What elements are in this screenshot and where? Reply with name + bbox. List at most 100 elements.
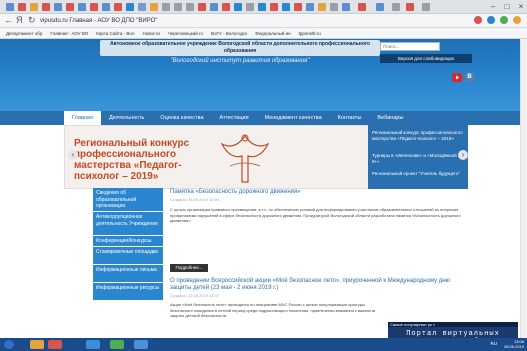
tab-icon[interactable] — [258, 3, 266, 11]
article-title[interactable]: Памятка «Безопасность дорожного движения… — [170, 189, 470, 196]
extension-icon[interactable] — [487, 16, 495, 24]
tab-icon[interactable] — [210, 3, 218, 11]
tab-icon[interactable] — [376, 3, 384, 11]
psyche-emblem-graphic — [220, 134, 270, 183]
nav-item-contacts[interactable]: Контакты — [330, 111, 370, 125]
extension-icon[interactable] — [500, 16, 508, 24]
taskbar-app-icon[interactable] — [86, 340, 100, 349]
banner-side-item[interactable]: Региональный конкурс профессионального м… — [372, 130, 464, 141]
tab-icon[interactable] — [102, 3, 110, 11]
tab-icon[interactable] — [222, 3, 230, 11]
tab-icon[interactable] — [114, 3, 122, 11]
bookmark-item[interactable]: Федеральный ин — [255, 31, 290, 36]
org-name: Автономное образовательное учреждение Во… — [100, 40, 380, 56]
nav-item-quality[interactable]: Оценка качества — [152, 111, 211, 125]
tab-icon[interactable] — [126, 3, 134, 11]
start-icon[interactable] — [4, 340, 14, 349]
extension-icons — [474, 16, 521, 24]
bookmarks-bar: Департамент обр Главная - АОУ ВО Карта С… — [0, 28, 527, 39]
tab-icon[interactable] — [42, 3, 50, 11]
tab-icon[interactable] — [246, 3, 254, 11]
bookmark-item[interactable]: tppsnetlr.ru — [299, 31, 321, 36]
close-icon[interactable]: × — [517, 2, 525, 11]
tab-icon[interactable] — [90, 3, 98, 11]
sidebar-item[interactable]: Информационные письма — [93, 265, 163, 283]
slider-next-icon[interactable]: › — [458, 150, 468, 160]
clock-date: 28.05.2019 — [503, 344, 524, 349]
nav-item-management[interactable]: Менеджмент качества — [257, 111, 330, 125]
sidebar-item[interactable]: Сведения об образовательной организации — [93, 188, 163, 212]
bookmark-item[interactable]: ВоГУ - Вологодск — [211, 31, 247, 36]
tab-icon[interactable] — [330, 3, 338, 11]
sidebar-item[interactable]: Стажировочные площадки — [93, 247, 163, 265]
tab-icon[interactable] — [174, 3, 182, 11]
system-tray[interactable]: RU — [491, 341, 498, 346]
article-title[interactable]: О проведении Всероссийской акции «Моё бе… — [170, 278, 470, 292]
bookmark-item[interactable]: Череповецкий го — [168, 31, 203, 36]
banner-side-list: Региональный конкурс профессионального м… — [368, 125, 468, 189]
tab-icon[interactable] — [30, 3, 38, 11]
tab-icon[interactable] — [78, 3, 86, 11]
taskbar-app-icon[interactable] — [30, 340, 44, 349]
tab-icon[interactable] — [6, 3, 14, 11]
tab-icon[interactable] — [318, 3, 326, 11]
back-icon[interactable]: ← — [4, 15, 13, 25]
sidebar: Сведения об образовательной организации … — [93, 188, 163, 338]
tab-icon[interactable] — [234, 3, 242, 11]
tab-icon[interactable] — [18, 3, 26, 11]
extension-icon[interactable] — [474, 16, 482, 24]
tab-icon[interactable] — [54, 3, 62, 11]
search-input[interactable] — [380, 42, 440, 51]
youtube-icon[interactable] — [452, 73, 462, 82]
taskbar-clock[interactable]: 13:06 28.05.2019 — [504, 339, 524, 349]
tab-icon[interactable] — [138, 3, 146, 11]
nav-item-activity[interactable]: Деятельность — [101, 111, 152, 125]
forward-icon[interactable]: Я — [16, 15, 23, 25]
tab-icon[interactable] — [270, 3, 278, 11]
taskbar-app-icon[interactable] — [110, 340, 124, 349]
article-date: Создано: 28.05.2019 15:00 — [170, 197, 220, 202]
banner-side-item[interactable]: Региональный проект "Учитель будущего" — [372, 171, 464, 177]
url-field[interactable]: vipusdu.ru Главная - АОУ ВО ДПО "ВИРО" — [40, 16, 420, 26]
sidebar-item[interactable]: Информационные ресурсы — [93, 283, 163, 301]
minimize-icon[interactable]: – — [489, 2, 497, 11]
tab-icon[interactable] — [306, 3, 314, 11]
reload-icon[interactable]: ↻ — [28, 15, 36, 26]
page-scrollbar[interactable] — [520, 39, 527, 338]
nav-item-home[interactable]: Главная — [64, 111, 101, 125]
read-more-button[interactable]: Подробнее... — [170, 264, 208, 272]
tab-icon[interactable] — [392, 3, 400, 11]
bookmark-item[interactable]: Департамент обр — [6, 31, 42, 36]
article-body: Акция «Моё безопасное лето» проводится п… — [170, 302, 376, 318]
address-bar: ← Я ↻ vipusdu.ru Главная - АОУ ВО ДПО "В… — [0, 14, 527, 28]
sidebar-item[interactable]: Конференции/Конкурсы — [93, 236, 163, 247]
bookmark-item[interactable]: Главная - АОУ ВО — [50, 31, 88, 36]
banner-title: Региональный конкурс профессионального м… — [74, 138, 190, 182]
taskbar-app-icon[interactable] — [134, 340, 148, 349]
tab-icon[interactable] — [198, 3, 206, 11]
bookmark-item[interactable]: Новости — [142, 31, 159, 36]
tab-icon[interactable] — [150, 3, 158, 11]
maximize-icon[interactable]: □ — [503, 2, 511, 11]
new-tab-icon[interactable] — [422, 3, 430, 11]
taskbar-app-icon[interactable] — [48, 340, 62, 349]
slider-prev-icon[interactable]: ‹ — [68, 150, 78, 160]
vk-icon[interactable]: В — [465, 73, 474, 82]
tab-icon[interactable] — [294, 3, 302, 11]
low-vision-version-button[interactable]: Версия для слабовидящих — [380, 54, 472, 63]
tab-icon[interactable] — [186, 3, 194, 11]
star-icon[interactable] — [513, 16, 521, 24]
banner-side-item[interactable]: Турниры в «Интенсиве» и «Молодёжной 8+» — [372, 153, 464, 164]
tab-icon[interactable] — [66, 3, 74, 11]
nav-item-webinars[interactable]: Вебинары — [369, 111, 411, 125]
main-nav: Главная Деятельность Оценка качества Атт… — [0, 111, 527, 125]
sidebar-item[interactable]: Антикоррупционная деятельность Учреждени… — [93, 212, 163, 236]
tab-icon[interactable] — [282, 3, 290, 11]
bookmark-item[interactable]: Карта Сайта - Вол — [96, 31, 134, 36]
window-controls: – □ × — [489, 2, 525, 11]
tab-icon[interactable] — [358, 3, 366, 11]
tab-icon[interactable] — [342, 3, 350, 11]
nav-item-attestation[interactable]: Аттестация — [212, 111, 257, 125]
tab-icon[interactable] — [406, 3, 414, 11]
tab-icon[interactable] — [162, 3, 170, 11]
